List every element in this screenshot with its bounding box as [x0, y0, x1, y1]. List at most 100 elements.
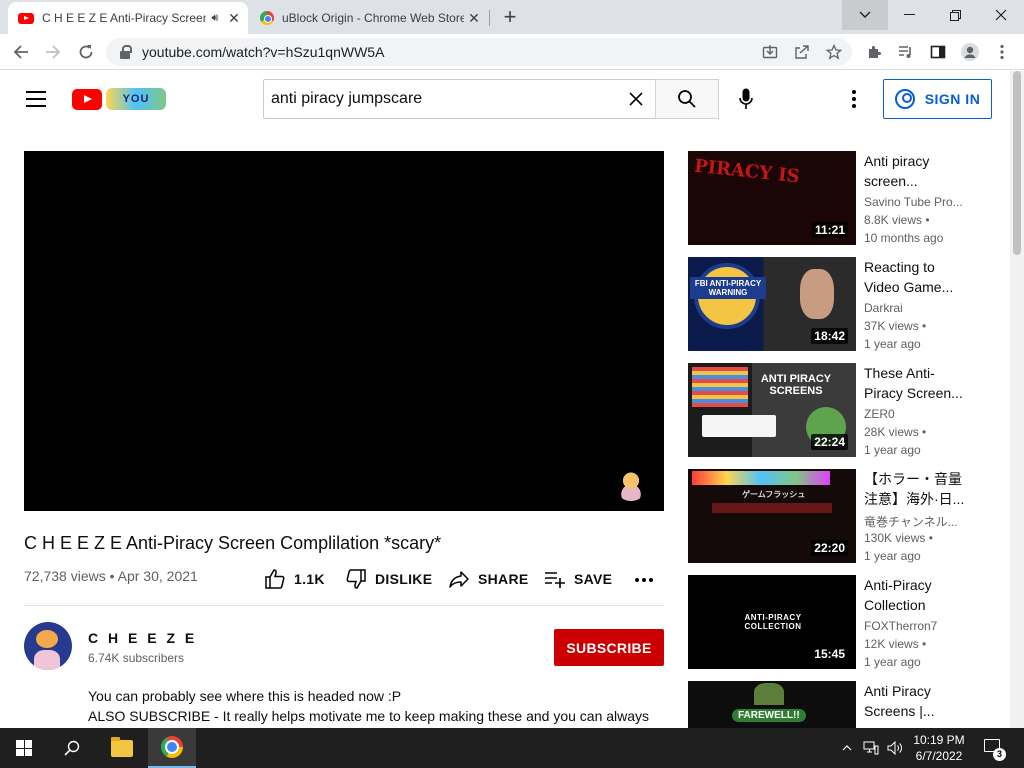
- tab-title: C H E E Z E Anti-Piracy Screen Complilat…: [42, 11, 206, 25]
- recommendation-channel[interactable]: 竜巻チャンネル...: [864, 513, 974, 530]
- youtube-logo[interactable]: YOU: [72, 88, 166, 110]
- recommendation-item[interactable]: PIRACY IS 11:21 Anti piracy screen... Sa…: [688, 151, 998, 245]
- recommendation-channel[interactable]: ZER0: [864, 407, 974, 421]
- video-title: C H E E Z E Anti-Piracy Screen Complilat…: [24, 533, 442, 553]
- playlist-add-icon: [545, 572, 565, 588]
- video-duration: 22:24: [811, 434, 848, 450]
- lock-icon[interactable]: [120, 45, 132, 59]
- like-button[interactable]: 1.1K: [264, 566, 325, 592]
- video-duration: 11:21: [811, 222, 848, 238]
- thumbnail-text: PIRACY IS: [693, 155, 801, 188]
- youtube-doodle: YOU: [106, 88, 166, 110]
- taskbar-clock[interactable]: 10:19 PM 6/7/2022: [908, 732, 970, 764]
- minimize-icon[interactable]: [886, 0, 932, 30]
- volume-icon[interactable]: [884, 728, 906, 768]
- tab-youtube[interactable]: C H E E Z E Anti-Piracy Screen Complilat…: [8, 2, 248, 34]
- chrome-menu-icon[interactable]: [992, 42, 1012, 62]
- file-explorer-button[interactable]: [98, 728, 146, 768]
- voice-search-mic-icon[interactable]: [730, 83, 762, 115]
- save-label: SAVE: [574, 571, 613, 587]
- video-player[interactable]: [24, 151, 664, 511]
- recommendation-age: 1 year ago: [864, 655, 921, 669]
- recommendation-views: 28K views •: [864, 425, 927, 439]
- video-thumbnail[interactable]: FAREWELL!!: [688, 681, 856, 728]
- recommendation-age: 1 year ago: [864, 337, 921, 351]
- tab-search-chevron-down-icon[interactable]: [842, 0, 888, 30]
- recommendation-item[interactable]: ゲームフラッシュ 22:20 【ホラー・音量注意】海外·日... 竜巻チャンネル…: [688, 469, 998, 563]
- browser-tab-strip: C H E E Z E Anti-Piracy Screen Complilat…: [0, 0, 1024, 34]
- chrome-taskbar-button[interactable]: [148, 728, 196, 768]
- share-page-icon[interactable]: [792, 42, 812, 62]
- tab-ublock[interactable]: uBlock Origin - Chrome Web Store ✕: [250, 2, 488, 34]
- recommendation-title[interactable]: Anti-Piracy Collection: [864, 575, 970, 615]
- recommendation-item[interactable]: FBI ANTI-PIRACY WARNING 18:42 Reacting t…: [688, 257, 998, 351]
- profile-avatar-icon[interactable]: [960, 42, 980, 62]
- recommendation-title[interactable]: 【ホラー・音量注意】海外·日...: [864, 469, 970, 509]
- clear-search-icon[interactable]: [622, 85, 650, 113]
- action-center-button[interactable]: 3: [980, 736, 1008, 762]
- recommendation-item[interactable]: FAREWELL!! Anti Piracy Screens |...: [688, 681, 998, 728]
- bookmark-star-icon[interactable]: [824, 42, 844, 62]
- subscribe-button[interactable]: SUBSCRIBE: [554, 629, 664, 666]
- start-button[interactable]: [0, 728, 48, 768]
- video-thumbnail[interactable]: ゲームフラッシュ 22:20: [688, 469, 856, 563]
- forward-arrow-icon[interactable]: [40, 39, 66, 65]
- video-thumbnail[interactable]: ANTI-PIRACY COLLECTION 15:45: [688, 575, 856, 669]
- tab-audio-icon[interactable]: 🔊︎: [206, 12, 224, 25]
- settings-more-icon[interactable]: [842, 87, 866, 111]
- restore-icon[interactable]: [932, 0, 978, 30]
- recommendation-views: 130K views •: [864, 531, 933, 545]
- tab-close-icon[interactable]: ✕: [464, 10, 484, 27]
- recommendation-title[interactable]: Reacting to Video Game...: [864, 257, 970, 297]
- video-thumbnail[interactable]: FBI ANTI-PIRACY WARNING 18:42: [688, 257, 856, 351]
- new-tab-button[interactable]: +: [497, 5, 523, 31]
- clock-time: 10:19 PM: [913, 733, 965, 747]
- side-panel-icon[interactable]: [928, 42, 948, 62]
- close-window-icon[interactable]: [978, 0, 1024, 30]
- search-button[interactable]: [655, 79, 719, 119]
- save-button[interactable]: SAVE: [544, 566, 612, 592]
- clock-date: 6/7/2022: [915, 749, 963, 763]
- description-line: You can probably see where this is heade…: [88, 688, 402, 704]
- tray-overflow-chevron-up-icon[interactable]: [838, 728, 856, 768]
- dislike-label: DISLIKE: [375, 571, 433, 587]
- recommendation-item[interactable]: ANTI PIRACY SCREENS 22:24 These Anti-Pir…: [688, 363, 998, 457]
- recommendation-age: 1 year ago: [864, 549, 921, 563]
- recommendation-title[interactable]: Anti Piracy Screens |...: [864, 681, 970, 721]
- taskbar-search-button[interactable]: [48, 728, 96, 768]
- recommendation-item[interactable]: ANTI-PIRACY COLLECTION 15:45 Anti-Piracy…: [688, 575, 998, 669]
- dialog-graphic: [702, 415, 776, 437]
- sign-in-button[interactable]: SIGN IN: [883, 79, 992, 119]
- subscriber-count: 6.74K subscribers: [88, 651, 185, 665]
- tab-close-icon[interactable]: ✕: [224, 10, 244, 27]
- video-thumbnail[interactable]: ANTI PIRACY SCREENS 22:24: [688, 363, 856, 457]
- scrollbar-thumb[interactable]: [1013, 71, 1021, 255]
- recommendation-channel[interactable]: Darkrai: [864, 301, 974, 315]
- network-icon[interactable]: [860, 728, 882, 768]
- recommendation-title[interactable]: Anti piracy screen...: [864, 151, 970, 191]
- search-input[interactable]: anti piracy jumpscare: [263, 79, 656, 119]
- channel-avatar[interactable]: [24, 622, 72, 670]
- account-circle-icon: [894, 89, 915, 109]
- install-app-icon[interactable]: [760, 42, 780, 62]
- more-actions-icon[interactable]: [632, 568, 656, 592]
- channel-name[interactable]: C H E E Z E: [88, 630, 197, 646]
- recommendation-title[interactable]: These Anti-Piracy Screen...: [864, 363, 970, 403]
- youtube-masthead: YOU anti piracy jumpscare SIGN IN: [0, 71, 1010, 127]
- guide-menu-icon[interactable]: [26, 91, 46, 107]
- share-button[interactable]: SHARE: [448, 566, 529, 592]
- address-bar[interactable]: youtube.com/watch?v=hSzu1qnWW5A: [106, 38, 852, 66]
- recommendation-channel[interactable]: FOXTherron7: [864, 619, 974, 633]
- thumbnail-text: FAREWELL!!: [732, 709, 806, 722]
- channel-watermark-icon[interactable]: [614, 467, 648, 501]
- reload-icon[interactable]: [73, 39, 99, 65]
- recommendation-channel[interactable]: Savino Tube Pro...: [864, 195, 974, 209]
- thumbs-down-icon: [346, 569, 366, 589]
- back-arrow-icon[interactable]: [8, 39, 34, 65]
- video-thumbnail[interactable]: PIRACY IS 11:21: [688, 151, 856, 245]
- windows-taskbar: 10:19 PM 6/7/2022 3: [0, 728, 1024, 768]
- dislike-button[interactable]: DISLIKE: [345, 566, 432, 592]
- extensions-puzzle-icon[interactable]: [864, 42, 884, 62]
- media-controls-icon[interactable]: [896, 42, 916, 62]
- video-description[interactable]: You can probably see where this is heade…: [88, 686, 649, 726]
